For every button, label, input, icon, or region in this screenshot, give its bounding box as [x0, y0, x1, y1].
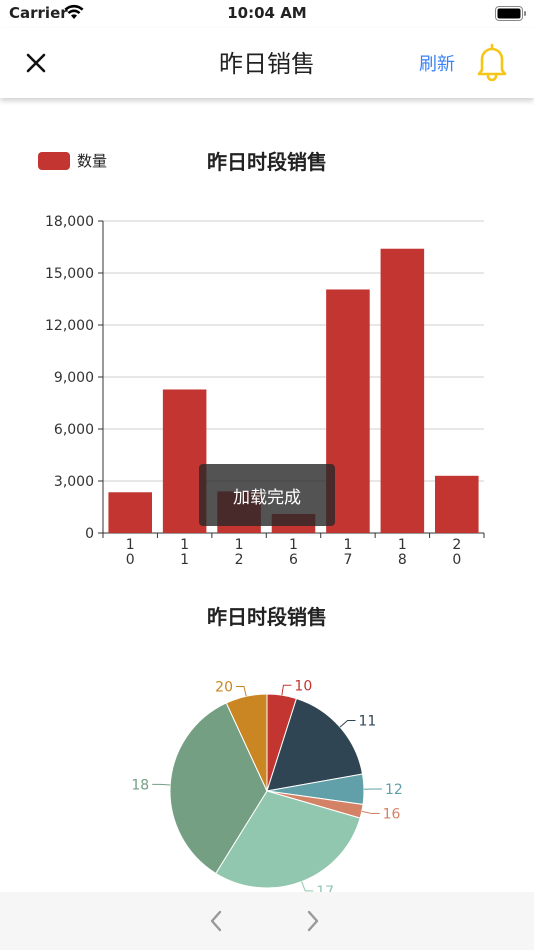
pie-label-line: [339, 720, 356, 728]
status-bar: Carrier 10:04 AM: [0, 0, 534, 28]
x-tick-label: 12: [235, 537, 244, 568]
pie-chart-title: 昨日时段销售: [207, 605, 327, 629]
back-button[interactable]: [201, 906, 231, 936]
pie-label: 18: [131, 777, 149, 793]
x-tick-label: 11: [180, 537, 189, 568]
x-tick-label: 18: [398, 537, 407, 568]
bottom-toolbar: [0, 892, 534, 950]
chevron-right-icon: [307, 910, 319, 932]
navigation-bar: 昨日销售 刷新: [0, 28, 534, 98]
pie-label-line: [301, 881, 314, 892]
pie-chart: 10 11 12 16 17 18 20: [131, 678, 403, 892]
clock: 10:04 AM: [227, 4, 307, 22]
pie-label: 17: [316, 884, 334, 892]
pie-label: 10: [294, 678, 312, 694]
bell-icon: [477, 43, 507, 82]
y-tick-label: 6,000: [54, 422, 94, 438]
y-tick-label: 9,000: [54, 370, 94, 386]
chevron-left-icon: [210, 910, 222, 932]
x-tick-label: 17: [343, 537, 352, 568]
pie-label-line: [361, 810, 380, 814]
battery-icon: [495, 6, 527, 25]
bar: [108, 492, 152, 533]
pie-label-line: [152, 783, 171, 786]
pie-label: 12: [385, 782, 403, 798]
pie-label: 20: [215, 679, 233, 695]
pie-label-line: [236, 685, 247, 697]
x-tick-label: 10: [126, 537, 135, 568]
pie-label: 16: [383, 806, 401, 822]
y-tick-label: 15,000: [45, 266, 94, 282]
toast-message: 加载完成: [199, 464, 335, 526]
y-tick-label: 3,000: [54, 474, 94, 490]
y-tick-label: 12,000: [45, 318, 94, 334]
content-area: 数量 昨日时段销售 0 3,000 6,000 9,000 12,000 15,000 18…: [0, 98, 534, 892]
refresh-button[interactable]: 刷新: [419, 50, 455, 76]
pie-label: 11: [359, 714, 377, 730]
x-tick-label: 16: [289, 537, 298, 568]
bar: [435, 475, 479, 533]
y-tick-label: 18,000: [45, 214, 94, 230]
notification-button[interactable]: [474, 42, 510, 82]
x-tick-label: 20: [452, 537, 461, 568]
forward-button[interactable]: [298, 906, 328, 936]
y-tick-label: 0: [85, 526, 94, 542]
pie-label-line: [281, 684, 292, 696]
bar: [380, 248, 425, 533]
